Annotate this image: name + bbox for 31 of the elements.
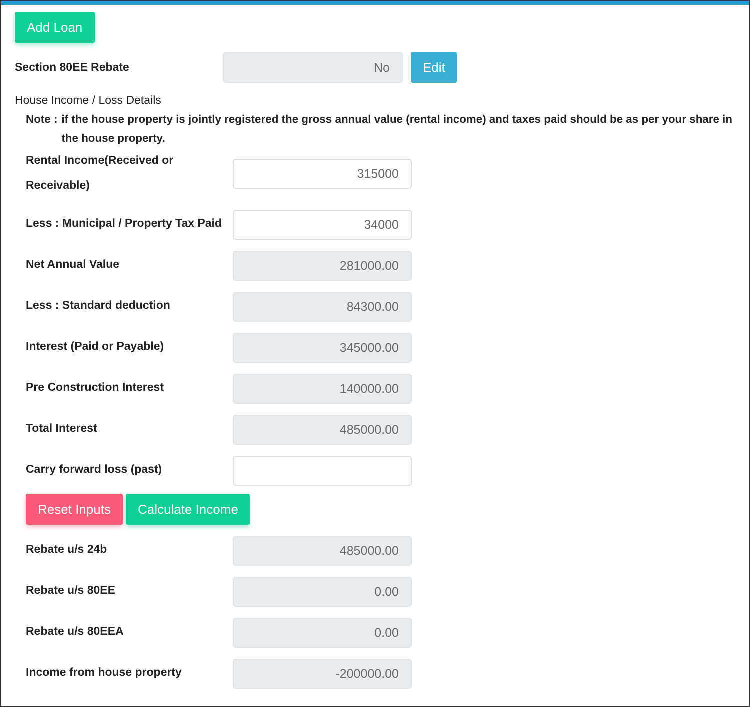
- field-label: Less : Standard deduction: [26, 299, 172, 314]
- input-field[interactable]: 34000: [233, 210, 412, 240]
- field-label: Less : Municipal / Property Tax Paid: [26, 217, 223, 232]
- field-label: Interest (Paid or Payable): [26, 340, 166, 355]
- input-field[interactable]: 315000: [233, 159, 412, 189]
- field-label: Carry forward loss (past): [26, 463, 164, 478]
- field-label: Income from house property: [26, 666, 183, 681]
- input-field[interactable]: 281000.00: [233, 250, 412, 280]
- field-label: Rebate u/s 24b: [26, 543, 108, 558]
- edit-button[interactable]: Edit: [411, 52, 458, 83]
- field-label: Pre Construction Interest: [26, 381, 166, 396]
- field-label: Rebate u/s 80EEA: [26, 625, 125, 640]
- field-label: Total Interest: [26, 422, 98, 437]
- input-field[interactable]: 84300.00: [233, 292, 412, 322]
- note-text: if the house property is jointly registered the gross annual value (rental income) and taxes paid should be as per your share in the house property.: [62, 113, 734, 147]
- field-label: Rebate u/s 80EE: [26, 584, 116, 599]
- field-label: Section 80EE Rebate: [15, 62, 130, 74]
- result-field[interactable]: -200000.00: [233, 658, 412, 688]
- note-label: Note :: [26, 113, 58, 128]
- field-label: Rental Income(Received or Receivable): [26, 154, 175, 194]
- result-field[interactable]: 0.00: [233, 618, 412, 648]
- rebate-field[interactable]: No: [223, 52, 403, 83]
- input-field[interactable]: [233, 456, 412, 486]
- field-label: Net Annual Value: [26, 258, 121, 273]
- input-field[interactable]: 345000.00: [233, 332, 412, 362]
- section-title: House Income / Loss Details: [15, 95, 162, 107]
- input-field[interactable]: 140000.00: [233, 374, 412, 404]
- input-field[interactable]: 485000.00: [233, 414, 412, 444]
- result-field[interactable]: 485000.00: [233, 536, 412, 566]
- result-field[interactable]: 0.00: [233, 576, 412, 606]
- reset-button[interactable]: Reset Inputs: [26, 494, 123, 525]
